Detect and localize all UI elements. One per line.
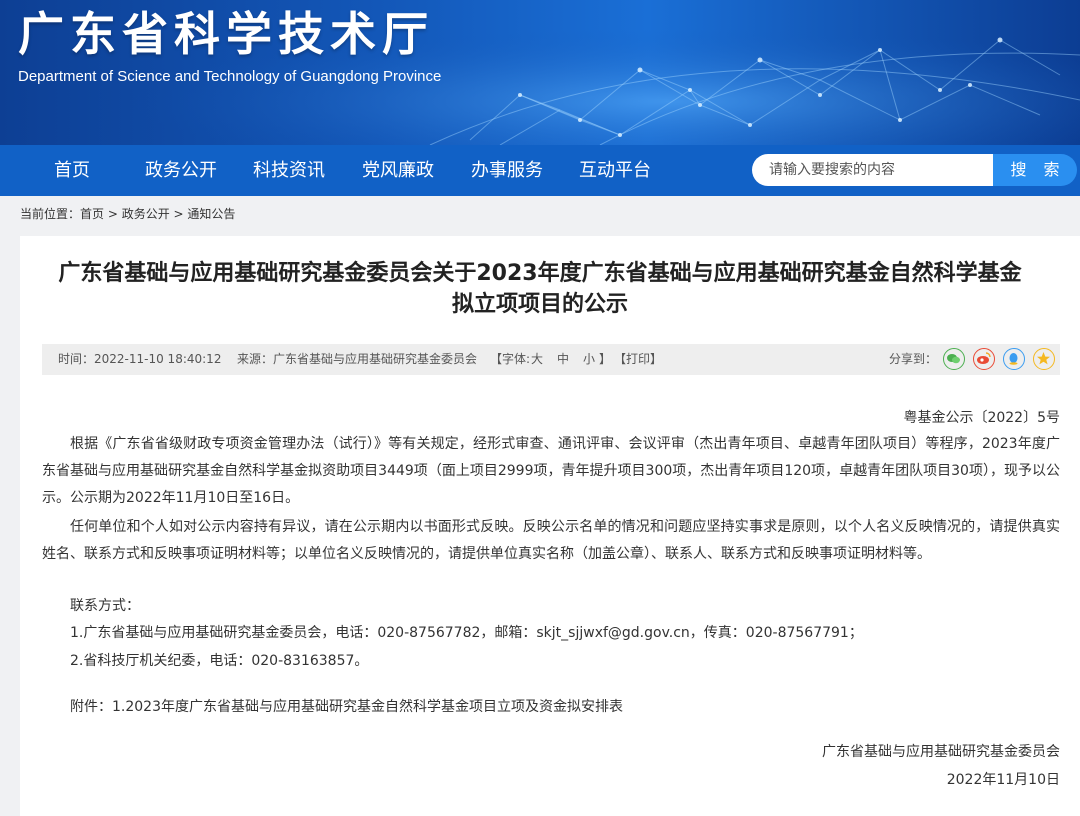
font-size-label: 【字体: (490, 352, 531, 366)
attachment-label: 附件： (70, 699, 112, 715)
nav-item-interaction[interactable]: 互动平台 (579, 145, 651, 196)
signature-date: 2022年11月10日 (946, 772, 1060, 788)
publish-time: 时间：2022-11-10 18:40:12 (58, 352, 222, 366)
breadcrumb-item-home[interactable]: 首页 (80, 207, 104, 221)
search-input[interactable] (752, 154, 994, 186)
breadcrumb-prefix: 当前位置： (20, 207, 81, 221)
wechat-icon[interactable] (943, 348, 965, 370)
article-source: 来源：广东省基础与应用基础研究基金委员会 (237, 352, 478, 366)
font-size-close: 】 (599, 352, 612, 366)
nav-item-services[interactable]: 办事服务 (471, 145, 543, 196)
breadcrumb: 当前位置：首页 > 政务公开 > 通知公告 (20, 206, 235, 222)
article-paragraph-1: 根据《广东省省级财政专项资金管理办法（试行）》等有关规定，经形式审查、通讯评审、… (42, 436, 1060, 506)
site-subtitle: Department of Science and Technology of … (18, 68, 442, 85)
contact-title: 联系方式： (70, 598, 140, 614)
article-title: 广东省基础与应用基础研究基金委员会关于2023年度广东省基础与应用基础研究基金自… (20, 258, 1060, 320)
article-title-line2: 拟立项项目的公示 (451, 292, 628, 317)
breadcrumb-separator: > (104, 207, 122, 221)
search-button[interactable]: 搜 索 (993, 154, 1077, 186)
attachment-link[interactable]: 1.2023年度广东省基础与应用基础研究基金自然科学基金项目立项及资金拟安排表 (112, 699, 623, 715)
nav-item-party-conduct[interactable]: 党风廉政 (362, 145, 434, 196)
nav-item-home[interactable]: 首页 (54, 145, 90, 196)
font-size-small-button[interactable]: 小 (583, 352, 595, 367)
nav-item-government-affairs[interactable]: 政务公开 (145, 145, 217, 196)
font-size-medium-button[interactable]: 中 (557, 352, 569, 367)
weibo-icon[interactable] (973, 348, 995, 370)
contact-item-2: 2.省科技厅机关纪委，电话：020-83163857。 (70, 653, 369, 669)
article-title-line1: 广东省基础与应用基础研究基金委员会关于2023年度广东省基础与应用基础研究基金自… (58, 261, 1022, 286)
article-paragraph-2: 任何单位和个人如对公示内容持有异议，请在公示期内以书面形式反映。反映公示名单的情… (42, 519, 1060, 562)
font-size-large-button[interactable]: 大 (531, 352, 543, 367)
breadcrumb-item-government-affairs[interactable]: 政务公开 (122, 207, 170, 221)
print-button[interactable]: 【打印】 (614, 352, 662, 367)
contact-item-1: 1.广东省基础与应用基础研究基金委员会，电话：020-87567782，邮箱：s… (70, 625, 863, 641)
attachment-row: 附件：1.2023年度广东省基础与应用基础研究基金自然科学基金项目立项及资金拟安… (70, 697, 623, 717)
document-number: 粤基金公示〔2022〕5号 (903, 410, 1060, 426)
qzone-icon[interactable] (1033, 348, 1055, 370)
qq-icon[interactable] (1003, 348, 1025, 370)
nav-item-tech-news[interactable]: 科技资讯 (253, 145, 325, 196)
breadcrumb-item-notices[interactable]: 通知公告 (187, 207, 235, 221)
site-title: 广东省科学技术厅 (18, 7, 434, 61)
breadcrumb-separator: > (169, 207, 188, 221)
share-label: 分享到： (889, 352, 938, 366)
signature-organization: 广东省基础与应用基础研究基金委员会 (822, 744, 1060, 760)
header-banner: 广东省科学技术厅 Department of Science and Techn… (0, 0, 1080, 145)
